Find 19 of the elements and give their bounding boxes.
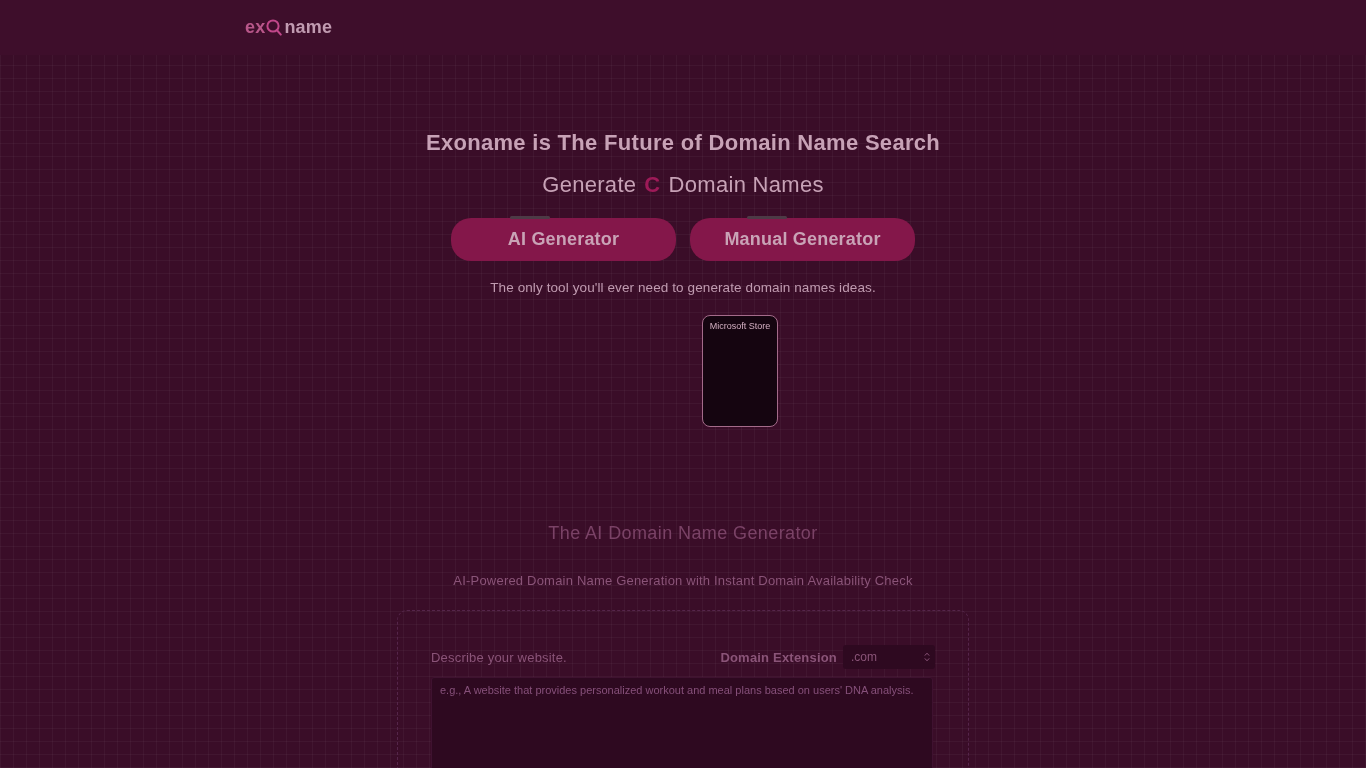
store-badge[interactable]: Microsoft Store bbox=[702, 315, 778, 427]
section-subtitle: AI-Powered Domain Name Generation with Instant Domain Availability Check bbox=[453, 573, 913, 588]
logo[interactable]: ex name bbox=[245, 17, 333, 38]
description-label: Describe your website. bbox=[431, 649, 567, 665]
section-title: The AI Domain Name Generator bbox=[548, 523, 818, 544]
rotating-word: C bbox=[644, 172, 661, 198]
search-icon bbox=[266, 19, 283, 36]
hero-title: Exoname is The Future of Domain Name Search bbox=[425, 130, 941, 156]
extension-select[interactable]: .com bbox=[843, 645, 935, 669]
tagline: The only tool you'll ever need to generate domain names ideas. bbox=[490, 280, 876, 295]
generator-button[interactable]: Manual Generator bbox=[690, 218, 915, 261]
generator-button[interactable]: AI Generator bbox=[451, 218, 676, 261]
notch-icon bbox=[510, 216, 550, 219]
description-field[interactable]: e.g., A website that provides personalized workout and meal plans based on users' DNA analysis. bbox=[431, 677, 933, 768]
chevron-updown-icon bbox=[924, 652, 930, 662]
hero-subtitle-text: Generate bbox=[542, 172, 637, 198]
extension-label: Domain Extension bbox=[720, 649, 837, 665]
notch-icon bbox=[747, 216, 787, 219]
hero-subtitle-text: Domain Names bbox=[668, 172, 824, 198]
